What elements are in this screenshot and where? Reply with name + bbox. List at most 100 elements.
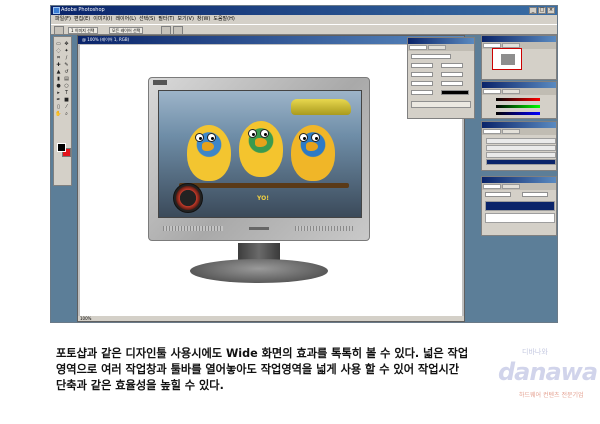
- crop-tool-icon[interactable]: ⌗: [55, 55, 62, 61]
- kerning-field[interactable]: [411, 72, 433, 77]
- danawa-watermark-logo: danawa: [498, 358, 598, 386]
- brush-tool-icon[interactable]: ✎: [63, 62, 70, 68]
- bird-right: [291, 125, 335, 181]
- options-bar: 1 이미지 선택 모든 레이어 선택: [51, 24, 557, 35]
- monitor-image: YO!: [148, 77, 370, 241]
- history-item[interactable]: [486, 145, 556, 151]
- menu-window[interactable]: 창(W): [197, 15, 210, 24]
- tab-color[interactable]: [483, 89, 501, 94]
- photoshop-app-icon: [53, 7, 60, 14]
- history-brush-icon[interactable]: ↺: [63, 69, 70, 75]
- foreground-color-swatch[interactable]: [57, 143, 66, 152]
- magic-wand-icon[interactable]: ✦: [63, 48, 70, 54]
- navigator-palette: [481, 35, 557, 80]
- character-palette: [407, 37, 475, 119]
- move-tool-icon-2[interactable]: ✥: [63, 41, 70, 47]
- tab-layers[interactable]: [483, 184, 501, 189]
- notes-tool-icon[interactable]: ▯: [55, 104, 62, 110]
- hand-tool-icon[interactable]: ✋: [55, 111, 62, 117]
- app-title: Adobe Photoshop: [61, 7, 105, 13]
- tools-panel: ▭ ✥ ◌ ✦ ⌗ ∕ ✚ ✎ ▲ ↺ ▮ ▤ ● ○ ▸ T ✒ ■ ▯ ⁄ …: [53, 36, 72, 186]
- menu-bar: 파일(F) 편집(E) 이미지(I) 레이어(L) 선택(S) 필터(T) 보기…: [51, 15, 557, 24]
- tab-character[interactable]: [409, 45, 427, 50]
- blue-slider[interactable]: [496, 112, 540, 115]
- minimize-button[interactable]: _: [529, 7, 537, 14]
- red-slider[interactable]: [496, 98, 540, 101]
- dodge-tool-icon[interactable]: ○: [63, 83, 70, 89]
- monitor-screen: YO!: [158, 90, 362, 218]
- left-speaker-grille: [163, 226, 223, 231]
- tracking-field[interactable]: [441, 72, 463, 77]
- color-palette: [481, 81, 557, 119]
- tab-channels[interactable]: [502, 184, 520, 189]
- tab-history[interactable]: [483, 129, 501, 134]
- marquee-tool-icon[interactable]: ▭: [55, 41, 62, 47]
- maximize-button[interactable]: □: [538, 7, 546, 14]
- lasso-tool-icon[interactable]: ◌: [55, 48, 62, 54]
- layer-row-selected[interactable]: [485, 201, 555, 211]
- tool-grid: ▭ ✥ ◌ ✦ ⌗ ∕ ✚ ✎ ▲ ↺ ▮ ▤ ● ○ ▸ T ✒ ■ ▯ ⁄ …: [55, 41, 71, 118]
- eyedropper-icon[interactable]: ⁄: [63, 104, 70, 110]
- menu-help[interactable]: 도움말(H): [213, 15, 234, 24]
- tab-swatches[interactable]: [502, 89, 520, 94]
- font-family-field[interactable]: [411, 54, 451, 59]
- menu-layer[interactable]: 레이어(L): [115, 15, 136, 24]
- stamp-tool-icon[interactable]: ▲: [55, 69, 62, 75]
- zoom-tool-icon[interactable]: ⌕: [63, 111, 70, 117]
- menu-edit[interactable]: 편집(E): [74, 15, 90, 24]
- monitor-brand-badge: [153, 80, 167, 85]
- menu-filter[interactable]: 필터(T): [158, 15, 174, 24]
- navigator-thumbnail[interactable]: [492, 48, 522, 70]
- green-slider[interactable]: [496, 105, 540, 108]
- distribute-icon[interactable]: [173, 26, 183, 35]
- type-tool-icon[interactable]: T: [63, 90, 70, 96]
- opacity-field[interactable]: [522, 192, 548, 197]
- yellow-car-shape: [291, 99, 351, 115]
- text-style-buttons[interactable]: [411, 101, 471, 108]
- history-item[interactable]: [486, 152, 556, 158]
- menu-image[interactable]: 이미지(I): [93, 15, 112, 24]
- tab-paragraph[interactable]: [428, 45, 446, 50]
- palette-tabs: [408, 44, 474, 51]
- watermark-tagline: 하드웨어 컨텐츠 전문기업: [519, 392, 584, 399]
- branch-perch: [179, 183, 349, 188]
- menu-file[interactable]: 파일(F): [55, 15, 71, 24]
- healing-brush-icon[interactable]: ✚: [55, 62, 62, 68]
- screen-scene-text: YO!: [257, 195, 269, 202]
- layer-row[interactable]: [485, 213, 555, 223]
- path-select-icon[interactable]: ▸: [55, 90, 62, 96]
- bird-middle: [239, 121, 283, 177]
- menu-view[interactable]: 보기(V): [177, 15, 194, 24]
- close-button[interactable]: ×: [547, 7, 555, 14]
- pen-tool-icon[interactable]: ✒: [55, 97, 62, 103]
- vertical-scale-field[interactable]: [411, 81, 433, 86]
- all-layers-option[interactable]: 모든 레이어 선택: [109, 27, 144, 34]
- eraser-tool-icon[interactable]: ▮: [55, 76, 62, 82]
- window-controls: _ □ ×: [529, 7, 555, 14]
- bird-left: [187, 125, 231, 181]
- layers-tabs: [482, 183, 556, 190]
- blend-mode-select[interactable]: [485, 192, 511, 197]
- baseline-shift-field[interactable]: [411, 90, 433, 95]
- font-size-field[interactable]: [411, 63, 433, 68]
- history-item-selected[interactable]: [486, 159, 556, 165]
- blur-tool-icon[interactable]: ●: [55, 83, 62, 89]
- align-icon[interactable]: [161, 26, 171, 35]
- layers-palette: [481, 176, 557, 236]
- photoshop-screenshot: Adobe Photoshop _ □ × 파일(F) 편집(E) 이미지(I)…: [50, 5, 558, 323]
- slice-tool-icon[interactable]: ∕: [63, 55, 70, 61]
- horizontal-scale-field[interactable]: [441, 81, 463, 86]
- leading-field[interactable]: [441, 63, 463, 68]
- gradient-tool-icon[interactable]: ▤: [63, 76, 70, 82]
- tab-actions[interactable]: [502, 129, 520, 134]
- shape-tool-icon[interactable]: ■: [63, 97, 70, 103]
- move-tool-icon[interactable]: [54, 26, 64, 35]
- document-canvas[interactable]: YO!: [80, 45, 462, 317]
- color-tabs: [482, 88, 556, 95]
- right-speaker-grille: [295, 226, 355, 231]
- text-color-swatch[interactable]: [441, 90, 469, 95]
- history-item[interactable]: [486, 138, 556, 144]
- menu-select[interactable]: 선택(S): [139, 15, 155, 24]
- auto-select-option[interactable]: 1 이미지 선택: [68, 27, 98, 34]
- history-tabs: [482, 128, 556, 135]
